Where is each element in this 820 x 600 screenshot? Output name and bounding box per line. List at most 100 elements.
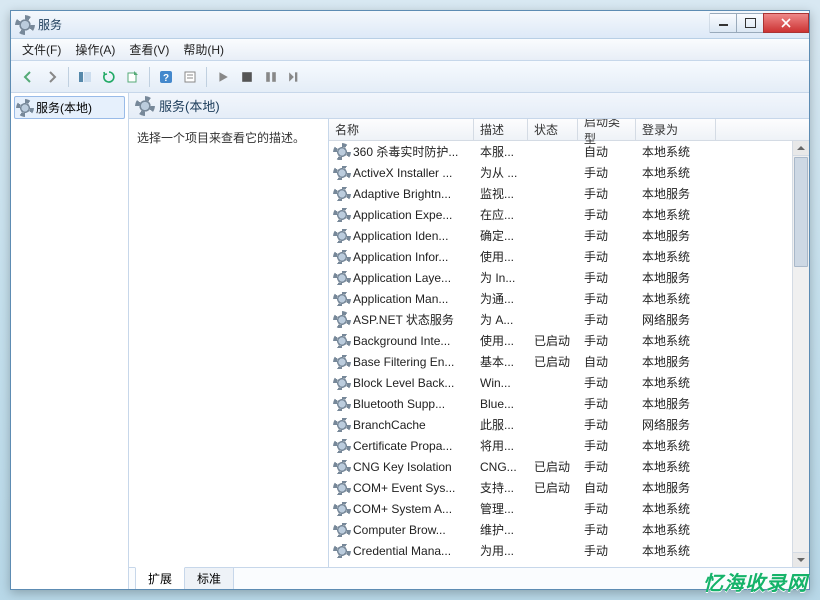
forward-button[interactable] — [41, 66, 63, 88]
tab-extended[interactable]: 扩展 — [135, 567, 185, 589]
close-button[interactable] — [763, 13, 809, 33]
svc-startup: 手动 — [578, 332, 636, 349]
service-row[interactable]: Base Filtering En...基本...已启动自动本地服务 — [329, 351, 809, 372]
pause-service-button[interactable] — [260, 66, 282, 88]
svc-desc: 为 A... — [474, 311, 528, 328]
service-row[interactable]: ASP.NET 状态服务为 A...手动网络服务 — [329, 309, 809, 330]
toolbar: ? — [11, 61, 809, 93]
gear-icon — [335, 397, 349, 411]
svc-logon: 本地系统 — [636, 164, 716, 181]
service-row[interactable]: ActiveX Installer ...为从 ...手动本地系统 — [329, 162, 809, 183]
export-icon — [126, 70, 140, 84]
main-body: 选择一个项目来查看它的描述。 名称 描述 状态 启动类型 登录为 360 杀毒实… — [129, 119, 809, 567]
svc-desc: 为 In... — [474, 269, 528, 286]
col-status[interactable]: 状态 — [528, 119, 578, 140]
stop-service-button[interactable] — [236, 66, 258, 88]
svc-desc: 监视... — [474, 185, 528, 202]
vertical-scrollbar[interactable] — [792, 141, 809, 567]
svc-startup: 手动 — [578, 164, 636, 181]
service-row[interactable]: BranchCache此服...手动网络服务 — [329, 414, 809, 435]
service-row[interactable]: Credential Mana...为用...手动本地系统 — [329, 540, 809, 561]
show-hide-tree-button[interactable] — [74, 66, 96, 88]
service-row[interactable]: Adaptive Brightn...监视...手动本地服务 — [329, 183, 809, 204]
svc-logon: 本地服务 — [636, 353, 716, 370]
svc-name: BranchCache — [353, 418, 426, 432]
menu-view[interactable]: 查看(V) — [122, 39, 176, 60]
gear-icon — [335, 250, 349, 264]
service-row[interactable]: Block Level Back...Win...手动本地系统 — [329, 372, 809, 393]
menu-action[interactable]: 操作(A) — [68, 39, 122, 60]
minimize-button[interactable] — [709, 13, 737, 33]
start-service-button[interactable] — [212, 66, 234, 88]
svc-startup: 手动 — [578, 311, 636, 328]
service-row[interactable]: CNG Key IsolationCNG...已启动手动本地系统 — [329, 456, 809, 477]
col-logon[interactable]: 登录为 — [636, 119, 716, 140]
svc-startup: 手动 — [578, 374, 636, 391]
svc-startup: 手动 — [578, 185, 636, 202]
nav-tree[interactable]: 服务(本地) — [11, 93, 129, 589]
svc-status: 已启动 — [528, 332, 578, 349]
service-row[interactable]: COM+ System A...管理...手动本地系统 — [329, 498, 809, 519]
gear-icon — [335, 166, 349, 180]
svc-desc: 此服... — [474, 416, 528, 433]
tab-standard[interactable]: 标准 — [184, 568, 234, 589]
svc-name: Background Inte... — [353, 334, 450, 348]
service-row[interactable]: 360 杀毒实时防护...本服...自动本地系统 — [329, 141, 809, 162]
maximize-button[interactable] — [736, 13, 764, 33]
titlebar[interactable]: 服务 — [11, 11, 809, 39]
list-body[interactable]: 360 杀毒实时防护...本服...自动本地系统ActiveX Installe… — [329, 141, 809, 567]
refresh-icon — [102, 70, 116, 84]
svc-logon: 本地服务 — [636, 479, 716, 496]
menu-help[interactable]: 帮助(H) — [176, 39, 231, 60]
gear-icon — [18, 101, 32, 115]
restart-service-button[interactable] — [284, 66, 306, 88]
nav-services-local[interactable]: 服务(本地) — [14, 96, 125, 119]
svc-startup: 手动 — [578, 521, 636, 538]
scroll-thumb[interactable] — [794, 157, 808, 267]
service-row[interactable]: Application Infor...使用...手动本地系统 — [329, 246, 809, 267]
stop-icon — [241, 71, 253, 83]
scroll-down-button[interactable] — [793, 552, 809, 567]
close-icon — [781, 18, 791, 28]
svc-desc: 为用... — [474, 542, 528, 559]
scroll-up-button[interactable] — [793, 141, 809, 156]
svc-name: Block Level Back... — [353, 376, 454, 390]
gear-icon — [335, 208, 349, 222]
svc-logon: 本地系统 — [636, 542, 716, 559]
services-window: 服务 文件(F) 操作(A) 查看(V) 帮助(H) ? — [10, 10, 810, 590]
main-heading: 服务(本地) — [129, 93, 809, 119]
window-controls — [710, 13, 809, 33]
svc-logon: 本地系统 — [636, 437, 716, 454]
service-row[interactable]: Computer Brow...维护...手动本地系统 — [329, 519, 809, 540]
refresh-button[interactable] — [98, 66, 120, 88]
menubar: 文件(F) 操作(A) 查看(V) 帮助(H) — [11, 39, 809, 61]
properties-button[interactable] — [179, 66, 201, 88]
service-row[interactable]: Application Expe...在应...手动本地系统 — [329, 204, 809, 225]
service-row[interactable]: Application Man...为通...手动本地系统 — [329, 288, 809, 309]
nav-label: 服务(本地) — [36, 99, 92, 116]
service-list: 名称 描述 状态 启动类型 登录为 360 杀毒实时防护...本服...自动本地… — [329, 119, 809, 567]
export-button[interactable] — [122, 66, 144, 88]
back-button[interactable] — [17, 66, 39, 88]
svc-logon: 本地系统 — [636, 143, 716, 160]
col-desc[interactable]: 描述 — [474, 119, 528, 140]
description-pane: 选择一个项目来查看它的描述。 — [129, 119, 329, 567]
service-row[interactable]: Application Iden...确定...手动本地服务 — [329, 225, 809, 246]
service-row[interactable]: Certificate Propa...将用...手动本地系统 — [329, 435, 809, 456]
titlebar-spacer — [62, 11, 710, 38]
col-name[interactable]: 名称 — [329, 119, 474, 140]
watermark: 忆海收录网 — [703, 567, 808, 596]
watermark-text: 忆海收录网 — [703, 573, 808, 595]
service-row[interactable]: Bluetooth Supp...Blue...手动本地服务 — [329, 393, 809, 414]
menu-file[interactable]: 文件(F) — [15, 39, 68, 60]
svc-name: COM+ System A... — [353, 502, 452, 516]
svc-desc: 管理... — [474, 500, 528, 517]
service-row[interactable]: Application Laye...为 In...手动本地服务 — [329, 267, 809, 288]
gear-icon — [137, 98, 153, 114]
help-button[interactable]: ? — [155, 66, 177, 88]
svc-logon: 本地系统 — [636, 206, 716, 223]
svc-name: ASP.NET 状态服务 — [353, 311, 454, 328]
service-row[interactable]: COM+ Event Sys...支持...已启动自动本地服务 — [329, 477, 809, 498]
col-startup[interactable]: 启动类型 — [578, 119, 636, 140]
service-row[interactable]: Background Inte...使用...已启动手动本地系统 — [329, 330, 809, 351]
